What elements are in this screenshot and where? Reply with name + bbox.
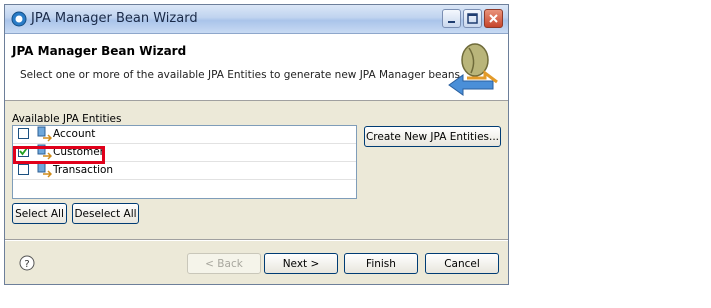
footer-separator — [5, 239, 508, 241]
highlight-box — [13, 146, 105, 164]
window-title: JPA Manager Bean Wizard — [31, 11, 198, 26]
title-bar[interactable]: JPA Manager Bean Wizard — [5, 5, 508, 34]
entity-name: Transaction — [53, 164, 114, 176]
list-item[interactable]: Account — [13, 126, 356, 144]
entity-icon — [37, 162, 52, 178]
maximize-button[interactable] — [463, 9, 482, 28]
page-description: Select one or more of the available JPA … — [20, 69, 464, 81]
minimize-icon — [448, 21, 455, 23]
close-button[interactable] — [484, 9, 503, 28]
minimize-button[interactable] — [442, 9, 461, 28]
app-icon — [11, 11, 27, 27]
entities-label: Available JPA Entities — [12, 113, 122, 125]
close-icon — [489, 14, 498, 23]
wizard-banner-icon — [448, 43, 498, 96]
maximize-icon — [467, 13, 478, 24]
entity-checkbox[interactable] — [18, 128, 29, 139]
cancel-button[interactable]: Cancel — [425, 253, 499, 274]
back-button[interactable]: < Back — [187, 253, 261, 274]
list-item[interactable]: Transaction — [13, 162, 356, 180]
select-all-button[interactable]: Select All — [12, 203, 67, 224]
finish-button[interactable]: Finish — [344, 253, 418, 274]
page-title: JPA Manager Bean Wizard — [12, 44, 187, 58]
entity-icon — [37, 126, 52, 142]
next-button[interactable]: Next > — [264, 253, 338, 274]
entity-name: Account — [53, 128, 96, 140]
deselect-all-button[interactable]: Deselect All — [72, 203, 139, 224]
wizard-window: JPA Manager Bean Wizard JPA Manager Bean… — [4, 4, 509, 285]
help-icon[interactable]: ? — [19, 255, 35, 271]
wizard-header: JPA Manager Bean Wizard Select one or mo… — [5, 34, 508, 101]
svg-text:?: ? — [24, 259, 29, 270]
entity-checkbox[interactable] — [18, 164, 29, 175]
create-new-entities-button[interactable]: Create New JPA Entities... — [364, 126, 501, 147]
